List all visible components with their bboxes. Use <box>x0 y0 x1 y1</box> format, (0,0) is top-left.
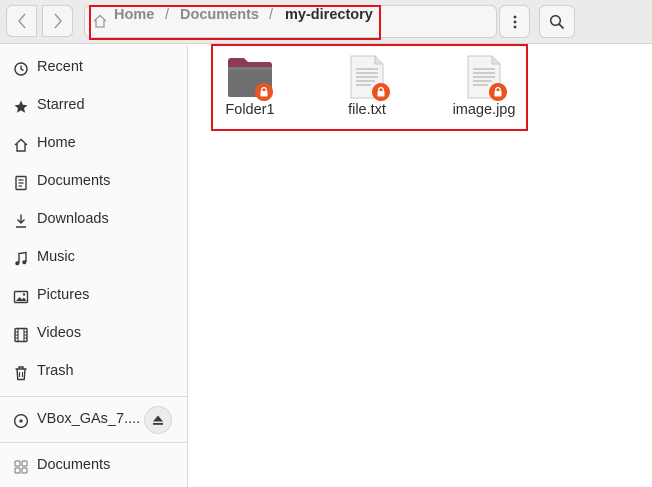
sidebar-item-home[interactable]: Home <box>0 127 187 161</box>
download-icon <box>12 212 29 229</box>
film-icon <box>12 326 29 343</box>
sidebar-item-label: Videos <box>37 325 82 341</box>
sidebar-item-label: Documents <box>37 173 111 189</box>
sidebar-item-starred[interactable]: Starred <box>0 89 187 123</box>
forward-button[interactable] <box>42 5 73 37</box>
sidebar-item-label: Downloads <box>37 211 109 227</box>
search-button[interactable] <box>539 5 575 38</box>
sidebar: Recent Starred Home Documents Downloads … <box>0 45 188 487</box>
sidebar-item-label: Home <box>37 135 76 151</box>
sidebar-item-label: Recent <box>37 59 83 75</box>
picture-icon <box>12 288 29 305</box>
search-icon <box>549 14 565 29</box>
music-note-icon <box>12 250 29 267</box>
sidebar-item-label: Starred <box>37 97 85 113</box>
sidebar-divider <box>0 442 187 443</box>
sidebar-item-label: Music <box>37 249 75 265</box>
sidebar-item-videos[interactable]: Videos <box>0 317 187 351</box>
files-highlight-box <box>211 44 528 131</box>
chevron-right-icon <box>53 13 62 29</box>
home-icon <box>12 136 29 153</box>
sidebar-item-trash[interactable]: Trash <box>0 355 187 389</box>
sidebar-item-documents[interactable]: Documents <box>0 165 187 199</box>
header-bar: Home / Documents / my-directory <box>0 0 652 44</box>
eject-icon <box>153 415 163 425</box>
sidebar-item-documents-bookmark[interactable]: Documents <box>0 449 187 483</box>
sidebar-item-downloads[interactable]: Downloads <box>0 203 187 237</box>
eject-button[interactable] <box>144 406 172 434</box>
path-highlight-box <box>89 5 381 40</box>
folder-bookmark-icon <box>12 458 29 475</box>
sidebar-item-recent[interactable]: Recent <box>0 51 187 85</box>
document-icon <box>12 174 29 191</box>
clock-icon <box>12 60 29 77</box>
sidebar-item-label: VBox_GAs_7.... <box>37 411 141 427</box>
disc-icon <box>12 412 29 429</box>
trash-icon <box>12 364 29 381</box>
back-button[interactable] <box>6 5 37 37</box>
sidebar-item-label: Documents <box>37 457 111 473</box>
kebab-menu-icon <box>513 15 516 28</box>
sidebar-divider <box>0 396 187 397</box>
sidebar-item-label: Trash <box>37 363 74 379</box>
sidebar-item-pictures[interactable]: Pictures <box>0 279 187 313</box>
chevron-left-icon <box>17 13 26 29</box>
star-icon <box>12 98 29 115</box>
sidebar-item-music[interactable]: Music <box>0 241 187 275</box>
sidebar-item-label: Pictures <box>37 287 90 303</box>
menu-button[interactable] <box>499 5 530 38</box>
